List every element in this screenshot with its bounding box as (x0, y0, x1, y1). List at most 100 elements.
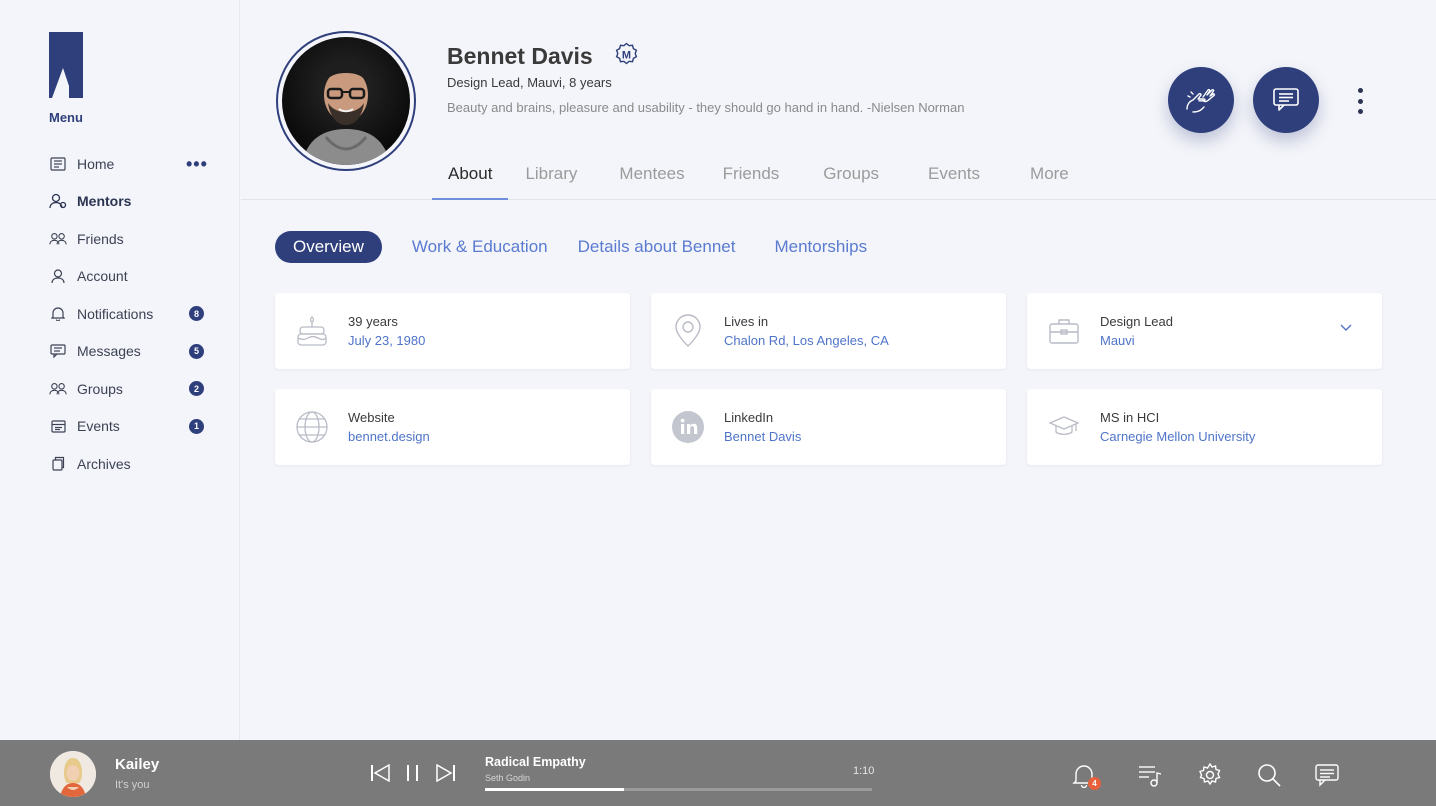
tab-more[interactable]: More (1030, 158, 1069, 200)
card-value[interactable]: Carnegie Mellon University (1100, 429, 1255, 444)
search-icon[interactable] (1256, 762, 1282, 788)
tab-mentees[interactable]: Mentees (619, 158, 722, 200)
profile-name: Bennet Davis (447, 43, 593, 69)
card-label: Website (348, 410, 395, 425)
subtab-overview[interactable]: Overview (275, 231, 382, 263)
card-value[interactable]: Chalon Rd, Los Angeles, CA (724, 333, 889, 348)
linkedin-icon (671, 410, 705, 444)
menu-title: Menu (49, 110, 83, 125)
groups-badge: 2 (189, 381, 204, 397)
sidebar-item-label: Home (77, 155, 115, 172)
tab-about[interactable]: About (432, 158, 509, 200)
more-options-icon[interactable]: ••• (186, 155, 208, 173)
sidebar-item-friends[interactable]: Friends (49, 220, 219, 258)
card-label: 39 years (348, 314, 398, 329)
subtab-work-education[interactable]: Work & Education (412, 237, 548, 257)
tab-events[interactable]: Events (928, 158, 1030, 200)
tab-friends[interactable]: Friends (723, 158, 824, 200)
message-button[interactable] (1253, 67, 1319, 133)
card-linkedin: LinkedIn Bennet Davis (651, 389, 1006, 465)
profile-avatar[interactable] (276, 31, 416, 171)
card-label: MS in HCI (1100, 410, 1160, 425)
playlist-icon[interactable] (1137, 762, 1163, 788)
sidebar-item-home[interactable]: Home ••• (49, 145, 219, 183)
sidebar-item-mentors[interactable]: Mentors (49, 183, 219, 221)
sidebar-item-label: Notifications (77, 305, 154, 322)
track-author: Seth Godin (485, 773, 531, 783)
sidebar-item-label: Groups (77, 380, 123, 397)
profile-photo (282, 37, 410, 165)
settings-gear-icon[interactable] (1197, 762, 1223, 788)
archive-icon (49, 455, 67, 473)
calendar-icon (49, 417, 67, 435)
card-value[interactable]: bennet.design (348, 429, 430, 444)
profile-role: Design Lead, Mauvi, 8 years (447, 75, 612, 90)
sidebar-item-events[interactable]: Events 1 (49, 408, 219, 446)
track-progress-bar[interactable] (485, 788, 872, 791)
mentor-badge-icon: M (615, 42, 638, 65)
location-pin-icon (671, 314, 705, 348)
pause-icon[interactable] (405, 764, 421, 782)
skip-previous-icon[interactable] (370, 764, 390, 782)
sidebar-item-label: Archives (77, 455, 131, 472)
app-logo[interactable] (49, 32, 83, 98)
card-age: 39 years July 23, 1980 (275, 293, 630, 369)
friends-icon (49, 230, 67, 248)
bell-icon (49, 305, 67, 323)
card-job: Design Lead Mauvi (1027, 293, 1382, 369)
card-label: Lives in (724, 314, 769, 329)
group-icon (49, 380, 67, 398)
chevron-down-icon[interactable] (1340, 324, 1352, 332)
skip-next-icon[interactable] (436, 764, 456, 782)
subtab-details[interactable]: Details about Bennet (578, 237, 736, 257)
player-user-subtitle: It's you (115, 779, 150, 791)
high-five-button[interactable] (1168, 67, 1234, 133)
player-user-name: Kailey (115, 756, 160, 773)
tab-groups[interactable]: Groups (823, 158, 928, 200)
card-label: LinkedIn (724, 410, 774, 425)
mentor-icon (49, 192, 67, 210)
sidebar-item-archives[interactable]: Archives (49, 445, 219, 483)
profile-header: Bennet Davis M Design Lead, Mauvi, 8 yea… (241, 0, 1436, 200)
events-badge: 1 (189, 418, 204, 434)
user-icon (49, 267, 67, 285)
card-value[interactable]: Mauvi (1100, 333, 1173, 348)
about-subtabs: Overview Work & Education Details about … (275, 231, 897, 263)
message-icon (49, 342, 67, 360)
card-value[interactable]: Bennet Davis (724, 429, 801, 444)
sidebar-item-label: Friends (77, 230, 124, 247)
card-location: Lives in Chalon Rd, Los Angeles, CA (651, 293, 1006, 369)
sidebar-item-notifications[interactable]: Notifications 8 (49, 295, 219, 333)
card-education: MS in HCI Carnegie Mellon University (1027, 389, 1382, 465)
sidebar-item-messages[interactable]: Messages 5 (49, 333, 219, 371)
sidebar-item-label: Account (77, 268, 128, 285)
track-time: 1:10 (853, 765, 875, 777)
profile-quote: Beauty and brains, pleasure and usabilit… (447, 100, 965, 115)
track-progress-fill (485, 788, 625, 791)
graduation-cap-icon (1047, 410, 1081, 444)
high-five-icon (1186, 88, 1216, 113)
user-avatar[interactable] (50, 751, 96, 797)
card-website: Website bennet.design (275, 389, 630, 465)
briefcase-icon (1047, 314, 1081, 348)
chat-icon (1273, 88, 1299, 111)
player-notification-badge: 4 (1088, 777, 1101, 790)
globe-icon (295, 410, 329, 444)
sidebar-item-account[interactable]: Account (49, 258, 219, 296)
audio-player-bar: Kailey It's you Radical Empathy Seth God… (0, 740, 1436, 806)
sidebar-item-label: Messages (77, 343, 141, 360)
sidebar: Menu Home ••• Mentors Friends Account No… (0, 0, 240, 740)
messages-badge: 5 (189, 343, 204, 359)
sidebar-item-label: Events (77, 418, 120, 435)
sidebar-item-label: Mentors (77, 193, 132, 210)
sidebar-nav: Home ••• Mentors Friends Account Notific… (49, 145, 219, 483)
more-options-kebab-icon[interactable] (1353, 88, 1367, 114)
chat-icon[interactable] (1314, 762, 1340, 788)
main-content: Bennet Davis M Design Lead, Mauvi, 8 yea… (241, 0, 1436, 740)
tab-library[interactable]: Library (508, 158, 619, 200)
notifications-badge: 8 (189, 306, 204, 322)
birthday-cake-icon (295, 314, 329, 348)
overview-cards: 39 years July 23, 1980 Lives in Chalon R… (275, 293, 1382, 465)
subtab-mentorships[interactable]: Mentorships (774, 237, 867, 257)
sidebar-item-groups[interactable]: Groups 2 (49, 370, 219, 408)
